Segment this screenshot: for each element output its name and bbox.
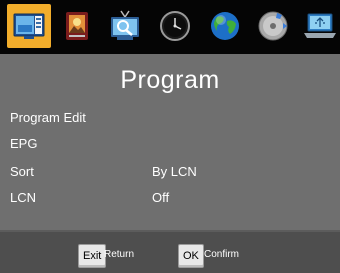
tab-time[interactable] — [153, 4, 197, 48]
menu-item-label: LCN — [10, 190, 37, 205]
top-tab-bar — [0, 0, 340, 54]
tab-language[interactable] — [203, 4, 247, 48]
clock-icon — [160, 11, 190, 41]
settings-disc-icon — [258, 11, 288, 41]
menu-item-label: EPG — [10, 136, 38, 151]
ok-key[interactable]: OK — [178, 244, 204, 268]
page-title: Program — [120, 66, 220, 94]
program-menu-screen: Program Program Edit EPG Sort By LCN LCN… — [0, 0, 340, 273]
footer-hint-bar: Exit Return OK Confirm — [0, 232, 340, 273]
channel-search-icon — [111, 10, 139, 40]
menu-item-label: Program Edit — [10, 110, 86, 125]
globe-language-icon — [211, 12, 239, 40]
usb-laptop-icon — [304, 13, 336, 38]
sort-value: By LCN — [152, 164, 197, 179]
menu-item-epg[interactable]: EPG — [10, 134, 330, 154]
menu-item-lcn[interactable]: LCN Off — [10, 188, 330, 208]
exit-key[interactable]: Exit — [78, 244, 107, 268]
menu-item-program-edit[interactable]: Program Edit — [10, 108, 330, 128]
tab-settings[interactable] — [251, 4, 295, 48]
tab-picture[interactable] — [55, 4, 99, 48]
picture-icon — [66, 12, 88, 40]
tab-usb[interactable] — [298, 4, 340, 48]
menu-item-sort[interactable]: Sort By LCN — [10, 162, 330, 182]
ok-hint: Confirm — [204, 249, 240, 260]
tab-channel-search[interactable] — [103, 4, 147, 48]
tab-program[interactable] — [7, 4, 51, 48]
menu-item-label: Sort — [10, 164, 34, 179]
exit-hint: Return — [104, 249, 135, 260]
lcn-value: Off — [152, 190, 170, 205]
program-tv-icon — [13, 13, 45, 39]
